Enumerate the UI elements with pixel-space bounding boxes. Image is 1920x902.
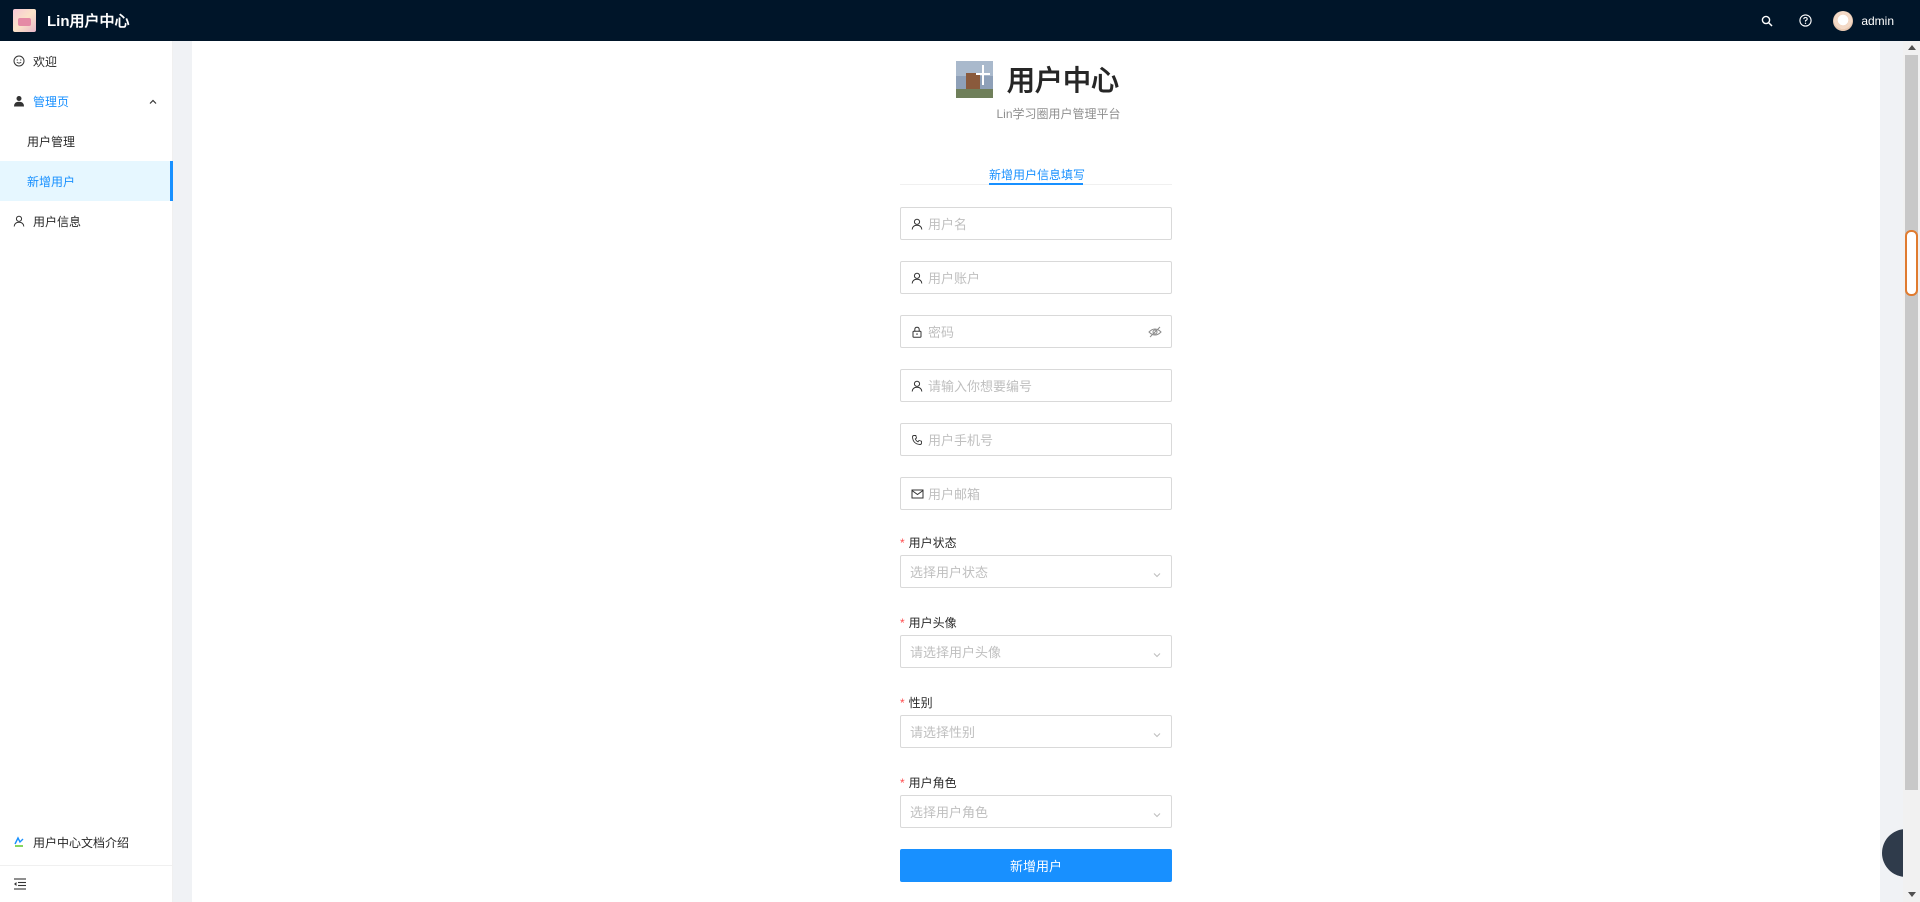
status-select[interactable]: 选择用户状态 [900, 555, 1172, 588]
header-actions: admin [1747, 0, 1920, 41]
scroll-down-arrow-icon[interactable] [1908, 892, 1916, 897]
avatar-placeholder: 请选择用户头像 [910, 645, 1002, 660]
mail-icon [910, 487, 924, 501]
email-input[interactable]: 用户邮箱 [900, 477, 1172, 510]
sidebar-item-label: 欢迎 [33, 54, 58, 69]
top-header: Lin用户中心 admin [0, 0, 1920, 41]
brand-logo [956, 60, 993, 98]
phone-placeholder: 用户手机号 [928, 433, 994, 448]
sidebar-item-label: 新增用户 [27, 174, 76, 189]
sidebar-divider [0, 865, 173, 866]
app-title: Lin用户中心 [47, 13, 130, 30]
avatar [1833, 10, 1854, 31]
user-code-placeholder: 请输入你想要编号 [928, 379, 1033, 394]
status-placeholder: 选择用户状态 [910, 565, 989, 580]
menu-fold-icon[interactable] [13, 877, 27, 891]
username-placeholder: 用户名 [928, 217, 968, 232]
avatar-select[interactable]: 请选择用户头像 [900, 635, 1172, 668]
sidebar-item-user-info[interactable]: 用户信息 [0, 201, 173, 241]
username: admin [1861, 13, 1894, 28]
sidebar: 欢迎 管理页 用户管理 新增用户 用户信息 用户中心文档介绍 [0, 41, 173, 902]
chevron-down-icon [1152, 567, 1162, 583]
sidebar-item-admin[interactable]: 管理页 [0, 81, 173, 121]
gender-label: * 性别 [900, 696, 933, 710]
user-code-input[interactable]: 请输入你想要编号 [900, 369, 1172, 402]
password-placeholder: 密码 [928, 325, 955, 340]
tab-ink-bar [989, 183, 1083, 185]
password-input[interactable]: 密码 [900, 315, 1172, 348]
chevron-down-icon [1152, 727, 1162, 743]
role-select[interactable]: 选择用户角色 [900, 795, 1172, 828]
status-label: * 用户状态 [900, 536, 957, 550]
chevron-down-icon [1152, 807, 1162, 823]
eye-invisible-icon[interactable] [1148, 325, 1162, 339]
user-icon [910, 379, 924, 393]
tab-add-user-info[interactable]: 新增用户信息填写 [989, 166, 1085, 183]
docs-link[interactable]: 用户中心文档介绍 [0, 822, 173, 862]
sidebar-item-label: 管理页 [33, 94, 70, 109]
question-circle-icon[interactable] [1786, 0, 1825, 41]
gender-select[interactable]: 请选择性别 [900, 715, 1172, 748]
sidebar-item-welcome[interactable]: 欢迎 [0, 41, 173, 81]
smile-icon [13, 55, 25, 67]
brand-title: 用户中心 [1007, 65, 1120, 96]
user-icon [910, 217, 924, 231]
gender-placeholder: 请选择性别 [910, 725, 976, 740]
chevron-up-icon [148, 96, 158, 110]
crown-user-icon [13, 95, 25, 107]
scrollbar-track[interactable] [1905, 55, 1918, 790]
app-logo [13, 9, 36, 32]
scrollbar-thumb[interactable] [1905, 230, 1918, 296]
user-icon [910, 271, 924, 285]
phone-input[interactable]: 用户手机号 [900, 423, 1172, 456]
main-content: 用户中心 Lin学习圈用户管理平台 新增用户信息填写 用户名 用户账户 密码 请… [192, 41, 1880, 902]
sidebar-item-user-manage[interactable]: 用户管理 [0, 121, 173, 161]
user-icon [13, 215, 25, 227]
sidebar-item-add-user[interactable]: 新增用户 [0, 161, 173, 201]
search-icon[interactable] [1747, 0, 1786, 41]
link-icon [13, 836, 25, 848]
account-input[interactable]: 用户账户 [900, 261, 1172, 294]
sidebar-item-label: 用户管理 [27, 134, 76, 149]
add-user-button[interactable]: 新增用户 [900, 849, 1172, 882]
account-placeholder: 用户账户 [928, 271, 981, 286]
sidebar-item-label: 用户信息 [33, 214, 82, 229]
phone-icon [910, 433, 924, 447]
user-menu[interactable]: admin [1825, 0, 1920, 41]
docs-link-label: 用户中心文档介绍 [33, 835, 130, 850]
brand-subtitle: Lin学习圈用户管理平台 [996, 107, 1121, 121]
chevron-down-icon [1152, 647, 1162, 663]
role-placeholder: 选择用户角色 [910, 805, 989, 820]
lock-icon [910, 325, 924, 339]
scroll-up-arrow-icon[interactable] [1908, 45, 1916, 50]
brand-header: 用户中心 [956, 59, 1119, 99]
avatar-label: * 用户头像 [900, 616, 957, 630]
scrollbar[interactable] [1903, 41, 1920, 902]
email-placeholder: 用户邮箱 [928, 487, 981, 502]
app-logo-link[interactable]: Lin用户中心 [13, 9, 130, 32]
role-label: * 用户角色 [900, 776, 957, 790]
username-input[interactable]: 用户名 [900, 207, 1172, 240]
